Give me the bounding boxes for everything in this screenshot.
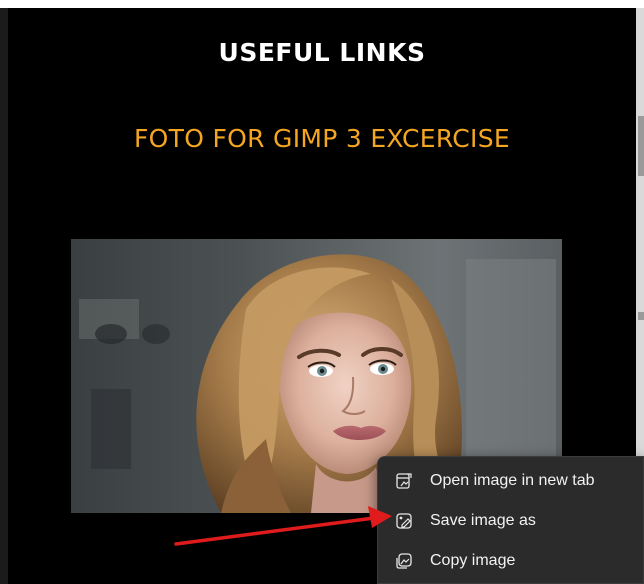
left-edge: [0, 8, 8, 584]
copy-image-icon: [394, 551, 414, 571]
menu-item-open-image-new-tab[interactable]: Open image in new tab: [378, 461, 643, 501]
menu-item-save-image-as[interactable]: Save image as: [378, 501, 643, 541]
page-subheading: FOTO FOR GIMP 3 EXCERCISE: [134, 124, 510, 153]
menu-item-label: Open image in new tab: [430, 472, 595, 489]
context-menu: Open image in new tab Save image as Copy…: [377, 456, 644, 584]
browser-viewport: USEFUL LINKS FOTO FOR GIMP 3 EXCERCISE O…: [0, 0, 644, 584]
save-image-icon: [394, 511, 414, 531]
menu-item-label: Copy image: [430, 552, 516, 569]
open-new-tab-icon: [394, 471, 414, 491]
top-edge: [0, 0, 644, 8]
menu-item-label: Save image as: [430, 512, 536, 529]
page-heading: USEFUL LINKS: [218, 38, 426, 67]
menu-item-copy-image[interactable]: Copy image: [378, 541, 643, 581]
